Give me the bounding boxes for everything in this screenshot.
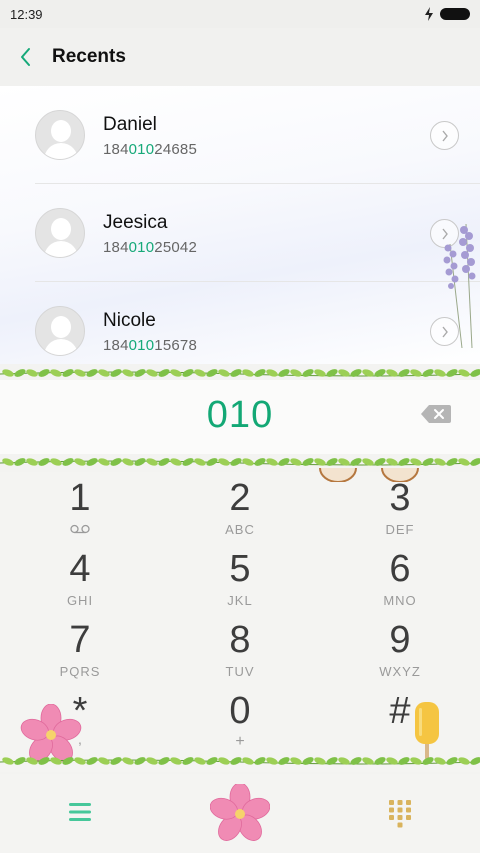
recent-contact-row[interactable]: Daniel 18401024685 [0, 86, 480, 184]
dialpad-icon[interactable] [386, 798, 414, 828]
backspace-icon[interactable] [420, 402, 452, 426]
dial-input-area: 010 [0, 380, 480, 454]
voicemail-icon [70, 524, 90, 534]
key-9[interactable]: 9 WXYZ [320, 620, 480, 691]
app-header: Recents [0, 28, 480, 86]
avatar [35, 110, 85, 160]
chevron-right-icon [441, 130, 448, 141]
menu-icon[interactable] [66, 800, 94, 824]
key-6[interactable]: 6 MNO [320, 549, 480, 620]
recent-contact-row[interactable]: Jeesica 18401025042 [0, 184, 480, 282]
flower-call-icon[interactable] [210, 784, 270, 844]
contact-name: Jeesica [103, 212, 168, 233]
lavender-decoration-icon [443, 224, 476, 348]
leaf-vine-decoration-icon [0, 757, 480, 765]
contact-detail-button[interactable] [430, 121, 459, 150]
key-5[interactable]: 5 JKL [160, 549, 320, 620]
key-8[interactable]: 8 TUV [160, 620, 320, 691]
dialed-number-display[interactable]: 010 [0, 394, 480, 437]
fruit-slice-decoration-icon [381, 468, 419, 482]
recents-list: Daniel 18401024685 Jeesica 18401025042 N… [0, 86, 480, 364]
contact-number: 18401025042 [103, 239, 197, 256]
key-4[interactable]: 4 GHI [0, 549, 160, 620]
bottom-action-bar [0, 774, 480, 853]
fruit-slice-decoration-icon [319, 468, 357, 482]
battery-icon [440, 8, 470, 20]
contact-number: 18401024685 [103, 141, 197, 158]
status-icons [424, 7, 470, 21]
avatar [35, 306, 85, 356]
page-title: Recents [52, 46, 126, 67]
status-bar: 12:39 [0, 0, 480, 28]
key-7[interactable]: 7 PQRS [0, 620, 160, 691]
key-3[interactable]: 3 DEF [320, 478, 480, 549]
key-2[interactable]: 2 ABC [160, 478, 320, 549]
key-1[interactable]: 1 [0, 478, 160, 549]
chevron-left-icon [21, 48, 30, 66]
recent-contact-row[interactable]: Nicole 18401015678 [0, 282, 480, 364]
charging-icon [425, 7, 433, 21]
contact-name: Nicole [103, 310, 156, 331]
contact-name: Daniel [103, 114, 157, 135]
status-time: 12:39 [10, 6, 43, 22]
avatar [35, 208, 85, 258]
contact-number: 18401015678 [103, 337, 197, 354]
back-button[interactable] [0, 28, 52, 86]
